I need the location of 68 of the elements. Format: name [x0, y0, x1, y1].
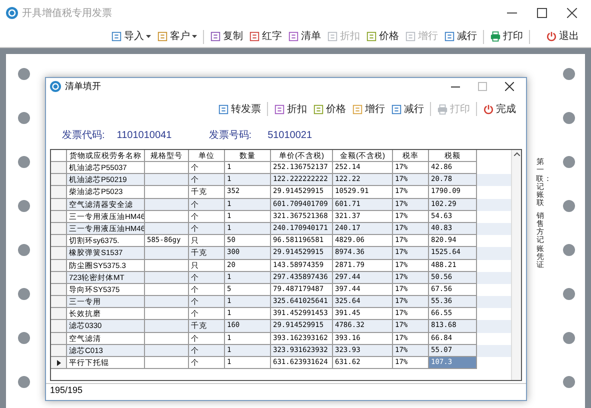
toolbar-button[interactable]: 增行 [352, 102, 385, 116]
scrollbar[interactable] [511, 150, 521, 380]
punch-hole-icon [563, 112, 575, 124]
document-icon [218, 104, 229, 114]
punch-hole-icon [563, 376, 575, 388]
document-icon [444, 31, 455, 42]
app-logo-icon [6, 7, 18, 19]
punch-hole-icon [18, 376, 30, 388]
table-cell [145, 357, 189, 370]
printer-icon [437, 104, 448, 114]
power-icon [483, 104, 494, 114]
toolbar-button[interactable]: 导入 [111, 29, 151, 44]
document-icon [249, 31, 260, 42]
window-title: 开具增值税专用发票 [22, 6, 112, 20]
field-label: 发票号码: [208, 128, 252, 142]
punch-hole-icon [563, 244, 575, 256]
toolbar-button[interactable]: 减行 [391, 102, 424, 116]
punch-hole-icon [563, 68, 575, 80]
power-icon [546, 31, 557, 42]
row-header[interactable] [51, 357, 67, 370]
scroll-up-icon[interactable] [514, 152, 520, 156]
punch-hole-icon [563, 332, 575, 344]
invoice-number: 51010021 [268, 128, 312, 142]
toolbar-button[interactable]: 折扣 [274, 102, 307, 116]
punch-hole-icon [563, 200, 575, 212]
toolbar-button[interactable]: 客户 [157, 29, 197, 44]
close-icon[interactable] [567, 8, 577, 18]
punch-hole-icon [18, 68, 30, 80]
document-icon [366, 31, 377, 42]
document-icon [405, 31, 416, 42]
toolbar-button[interactable]: 完成 [483, 102, 516, 116]
toolbar-button[interactable]: 红字 [249, 29, 282, 44]
printer-icon [490, 31, 501, 42]
caret-icon [146, 35, 151, 38]
toolbar-button[interactable]: 复制 [210, 29, 243, 44]
document-icon [111, 31, 122, 42]
close-icon[interactable] [505, 82, 514, 91]
document-icon [352, 104, 363, 114]
document-icon [274, 104, 285, 114]
punch-hole-icon [563, 156, 575, 168]
dialog-title: 清单填开 [65, 80, 101, 93]
toolbar-button[interactable]: 价格 [313, 102, 346, 116]
toolbar-button[interactable]: 减行 [444, 29, 477, 44]
record-count: 195/195 [50, 384, 83, 397]
toolbar-button[interactable]: 清单 [288, 29, 321, 44]
toolbar-button[interactable]: 转发票 [218, 102, 261, 116]
document-icon [157, 31, 168, 42]
punch-hole-icon [18, 332, 30, 344]
document-icon [210, 31, 221, 42]
punch-hole-icon [18, 200, 30, 212]
caret-icon [192, 35, 197, 38]
punch-hole-icon [18, 288, 30, 300]
toolbar-button[interactable]: 打印 [490, 29, 523, 44]
invoice-code: 1101010041 [116, 128, 173, 142]
punch-hole-icon [18, 244, 30, 256]
toolbar-button[interactable]: 价格 [366, 29, 399, 44]
app-logo-icon [50, 81, 61, 92]
document-icon [391, 104, 402, 114]
punch-hole-icon [18, 112, 30, 124]
toolbar-button[interactable]: 退出 [546, 29, 579, 44]
punch-hole-icon [18, 156, 30, 168]
document-icon [313, 104, 324, 114]
field-label: 发票代码: [62, 128, 105, 142]
document-icon [327, 31, 338, 42]
current-row-icon [56, 360, 60, 366]
maximize-icon[interactable] [537, 8, 547, 18]
punch-hole-icon [563, 288, 575, 300]
document-icon [288, 31, 299, 42]
